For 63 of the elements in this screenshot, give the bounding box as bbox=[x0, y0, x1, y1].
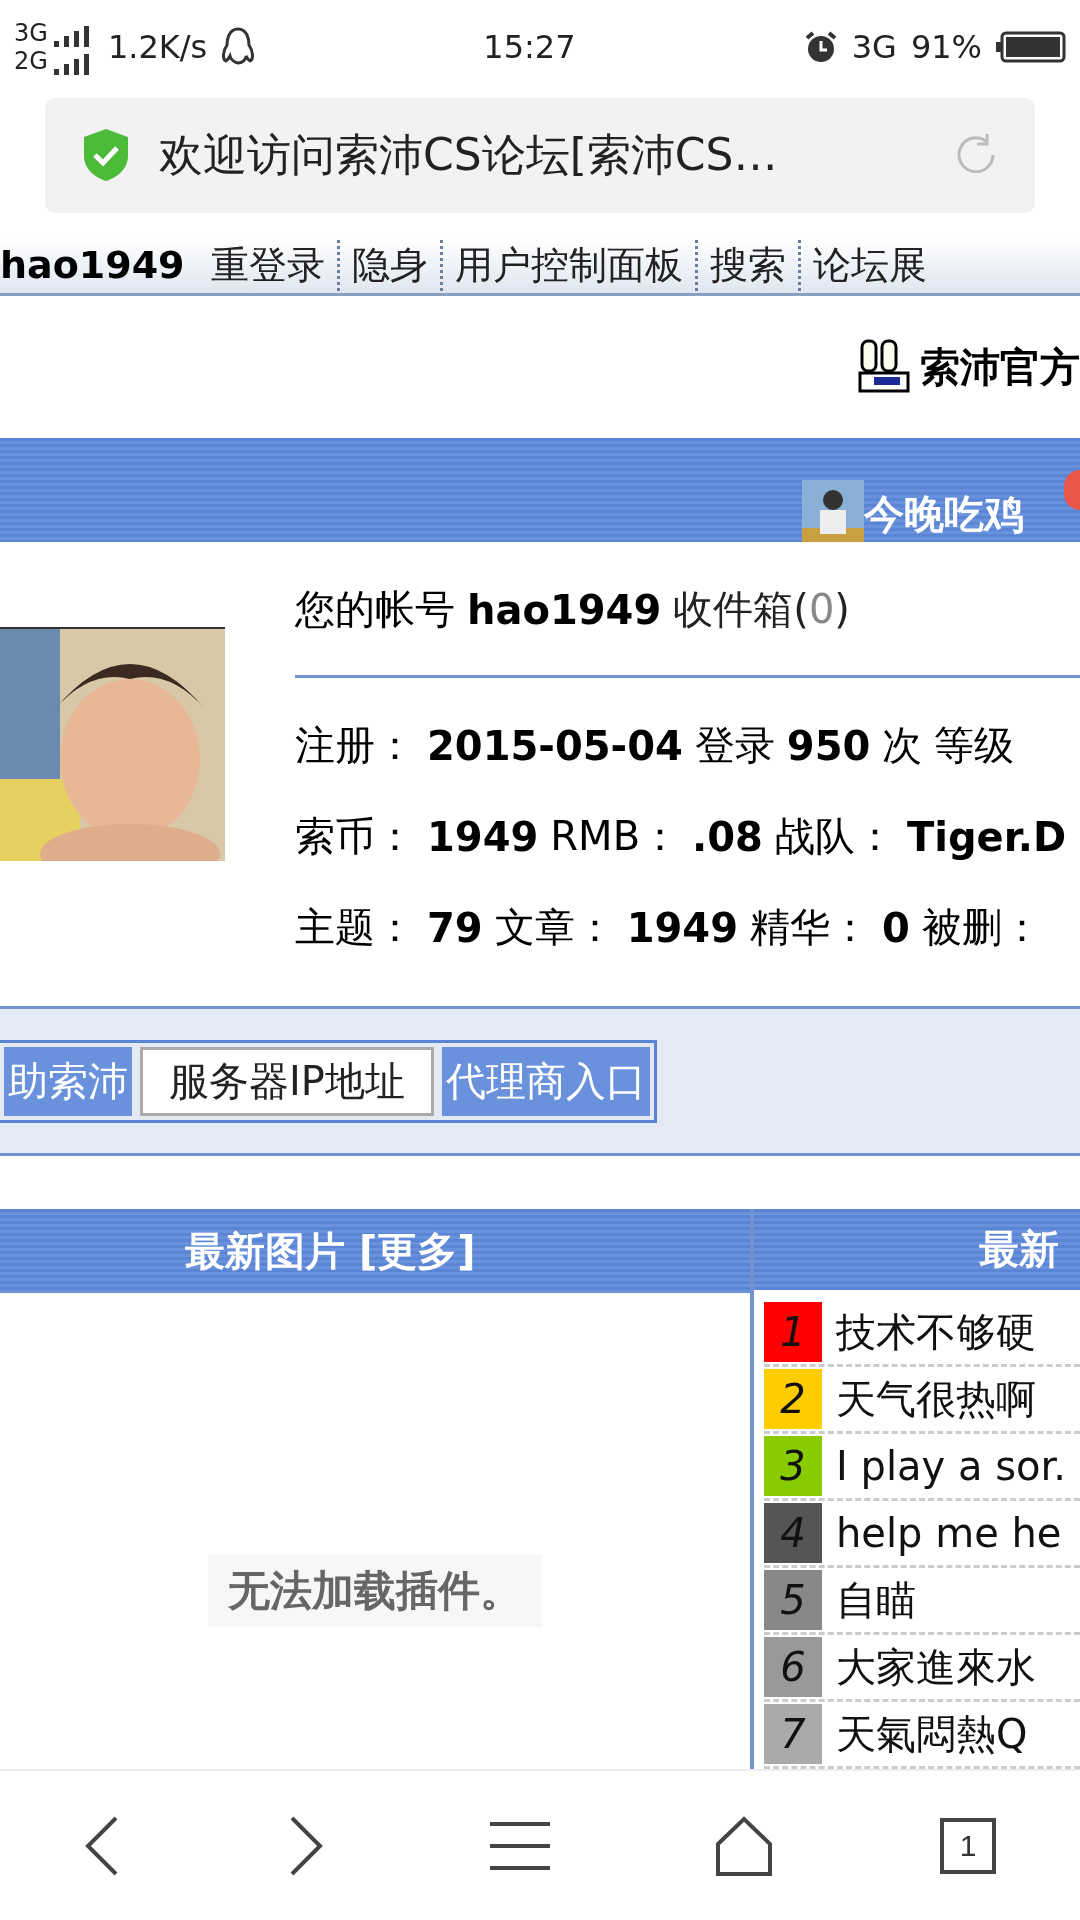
stat-value: Tiger.D bbox=[906, 813, 1067, 860]
rank-number: 2 bbox=[764, 1369, 822, 1430]
home-icon[interactable] bbox=[714, 1815, 774, 1876]
stat-value: 0 bbox=[882, 904, 910, 951]
stat-label: 文章： bbox=[494, 903, 615, 953]
quick-link[interactable]: 服务器IP地址 bbox=[140, 1046, 434, 1116]
network-label: 2G bbox=[14, 47, 48, 76]
nav-link[interactable]: 用户控制面板 bbox=[439, 239, 695, 291]
shield-check-icon bbox=[81, 127, 131, 184]
battery-percent: 91% bbox=[910, 28, 982, 67]
account-name: hao1949 bbox=[467, 586, 662, 633]
rank-number: 4 bbox=[764, 1503, 822, 1564]
network-speed: 1.2K/s bbox=[107, 28, 208, 67]
stat-label: 索币： bbox=[295, 812, 415, 862]
topic-link[interactable]: help me he bbox=[836, 1510, 1062, 1557]
rank-number: 7 bbox=[764, 1704, 822, 1765]
stat-label: 主题： bbox=[295, 903, 415, 953]
banner-title: 索沛官方 bbox=[920, 342, 1080, 392]
binoculars-icon bbox=[856, 339, 910, 396]
inbox-link[interactable]: 收件箱(0) bbox=[673, 582, 850, 638]
username[interactable]: 今晚吃鸡 bbox=[864, 487, 1024, 543]
rank-number: 5 bbox=[764, 1570, 822, 1631]
account-label: 您的帐号 bbox=[295, 585, 455, 635]
topic-link[interactable]: 天氣悶熱Q bbox=[836, 1706, 1028, 1762]
stat-value: 79 bbox=[427, 904, 483, 951]
stat-label: 登录 bbox=[694, 721, 775, 771]
stat-label: RMB： bbox=[550, 812, 681, 862]
nav-link[interactable]: 重登录 bbox=[198, 239, 337, 291]
stat-value: 1949 bbox=[427, 813, 539, 860]
nav-link[interactable]: 论坛展 bbox=[797, 239, 939, 291]
stat-value: 1949 bbox=[626, 904, 738, 951]
stat-value: .08 bbox=[692, 813, 763, 860]
stat-value: 950 bbox=[786, 722, 871, 769]
stat-label: 注册： bbox=[295, 721, 415, 771]
nav-link[interactable]: 隐身 bbox=[336, 239, 440, 291]
plugin-error-message: 无法加载插件。 bbox=[208, 1555, 542, 1628]
topic-link[interactable]: 自瞄 bbox=[836, 1572, 916, 1628]
nav-link[interactable]: 搜索 bbox=[694, 239, 798, 291]
section-title[interactable]: 最新图片 [更多] bbox=[185, 1223, 476, 1279]
network-label: 3G bbox=[851, 28, 897, 67]
alarm-icon bbox=[803, 30, 838, 65]
address-bar[interactable]: 欢迎访问索沛CS论坛[索沛CS… bbox=[45, 98, 1035, 213]
menu-icon[interactable] bbox=[490, 1820, 550, 1871]
page-title: 欢迎访问索沛CS论坛[索沛CS… bbox=[159, 127, 779, 182]
stat-label: 战队： bbox=[774, 812, 895, 862]
battery-icon bbox=[996, 31, 1066, 64]
stat-label: 精华： bbox=[750, 903, 870, 953]
topic-link[interactable]: 大家進來水 bbox=[836, 1639, 1036, 1695]
username: hao1949 bbox=[0, 243, 185, 288]
section-title: 最新 bbox=[979, 1225, 1059, 1275]
topic-link[interactable]: I play a sor. bbox=[836, 1443, 1066, 1490]
tabs-button[interactable]: 1 bbox=[938, 1815, 998, 1876]
network-label: 3G bbox=[14, 19, 48, 48]
rank-number: 3 bbox=[764, 1436, 822, 1497]
stat-label: 被删： bbox=[921, 903, 1042, 953]
stat-value: 2015-05-04 bbox=[427, 722, 683, 769]
rank-number: 1 bbox=[764, 1302, 822, 1363]
stat-label: 等级 bbox=[934, 721, 1015, 771]
topic-link[interactable]: 天气很热啊 bbox=[836, 1371, 1036, 1427]
clock-time: 15:27 bbox=[483, 28, 576, 67]
topic-link[interactable]: 技术不够硬 bbox=[836, 1304, 1036, 1360]
stat-label: 次 bbox=[882, 721, 923, 771]
rank-number: 6 bbox=[764, 1637, 822, 1698]
